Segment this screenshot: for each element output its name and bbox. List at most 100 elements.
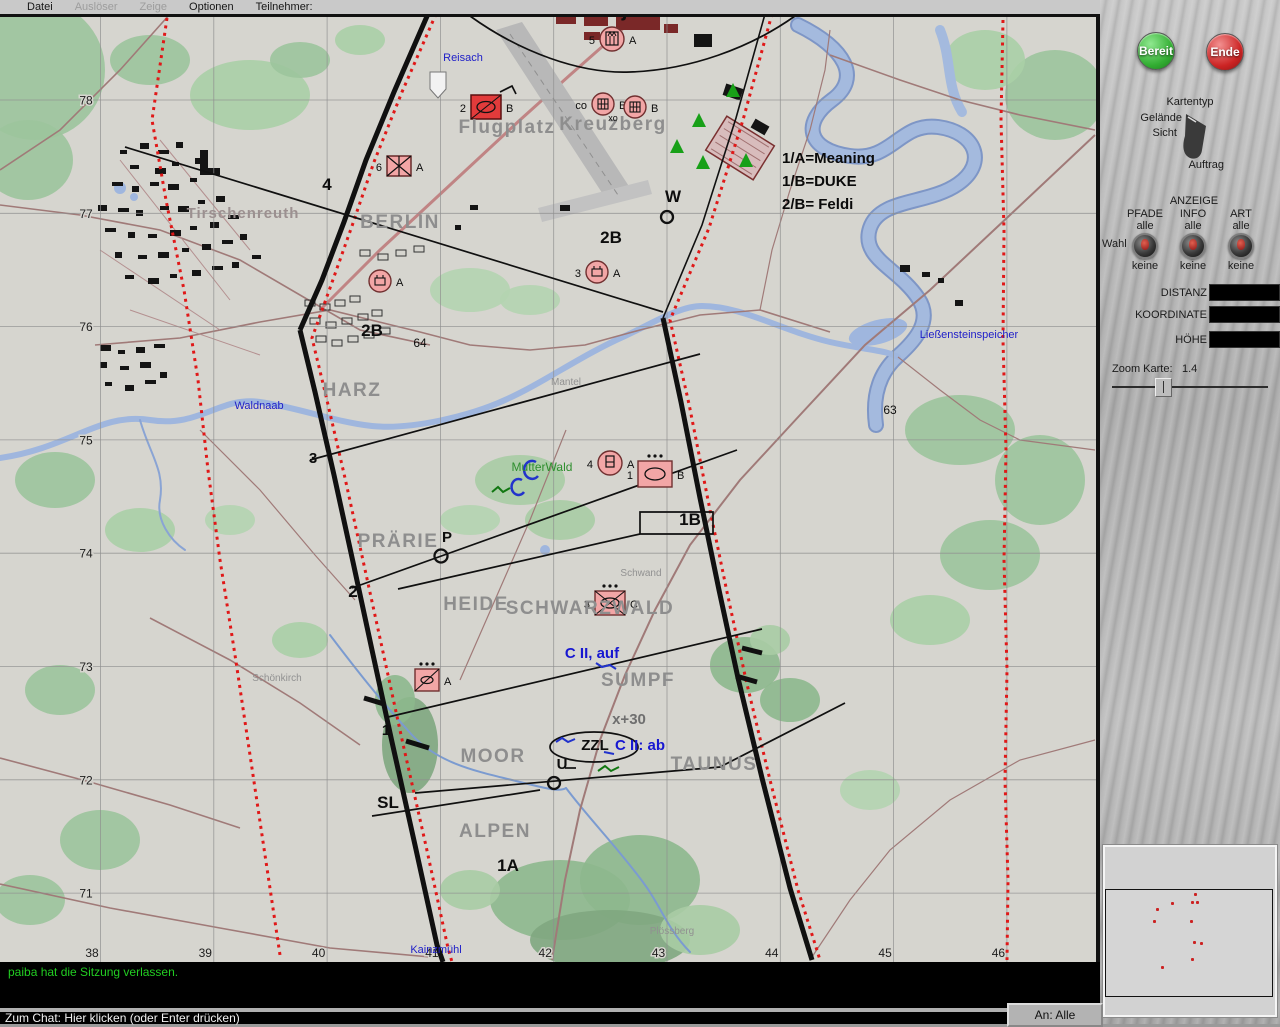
map-label: P <box>442 529 452 546</box>
minimap-unit-dot <box>1191 901 1194 904</box>
assignment-note: 1/A=Meaning <box>782 150 875 167</box>
map-label: 4 <box>322 175 332 194</box>
map-label: BERLIN <box>360 212 440 233</box>
map-label: x+30 <box>612 711 646 728</box>
minimap-unit-dot <box>1193 941 1196 944</box>
anzeige-knob-pfade[interactable] <box>1132 233 1158 259</box>
map-label: TAUNUS <box>671 754 758 775</box>
svg-text:1: 1 <box>627 470 633 482</box>
minimap-unit-dot <box>1161 966 1164 969</box>
distanz-label: DISTANZ <box>1160 287 1207 299</box>
menu-item-0[interactable]: Datei <box>0 1 64 13</box>
map-label: 2B <box>361 321 383 340</box>
bereit-button[interactable]: Bereit <box>1137 32 1175 70</box>
ende-button[interactable]: Ende <box>1206 33 1244 71</box>
zoom-karte-value: 1.4 <box>1182 363 1198 375</box>
map-label: ALPEN <box>459 821 531 842</box>
menu-item-4[interactable]: Teilnehmer: <box>245 1 324 13</box>
zoom-karte-label: Zoom Karte: <box>1112 363 1173 375</box>
svg-text:A: A <box>416 162 424 174</box>
minimap-unit-dot <box>1200 942 1203 945</box>
menubar: Datei Auslöser Zeige Optionen Teilnehmer: <box>0 0 1100 14</box>
chat-log: paiba hat die Sitzung verlassen. <box>0 962 1100 1008</box>
zoom-slider-track[interactable] <box>1112 386 1268 388</box>
sidebar: Bereit Ende Kartentyp Gelände Sicht Auft… <box>1100 0 1280 1024</box>
hoehe-label: HÖHE <box>1175 334 1207 346</box>
map-label: 2 <box>348 582 357 601</box>
chat-prompt-text: Zum Chat: Hier klicken (oder Enter drück… <box>5 1011 240 1025</box>
svg-text:43: 43 <box>652 946 666 960</box>
map-label: HEIDE <box>443 594 509 615</box>
svg-text:72: 72 <box>79 773 93 787</box>
map-label: Waldnaab <box>234 400 283 412</box>
svg-text:B: B <box>506 103 513 115</box>
minimap <box>1103 845 1277 1017</box>
map-label: U <box>557 756 568 773</box>
map-label: PRÄRIE <box>358 531 439 552</box>
assignment-note: 2/B= Feldi <box>782 196 853 213</box>
map-label: HARZ <box>323 380 382 401</box>
chat-prompt-bar[interactable]: Zum Chat: Hier klicken (oder Enter drück… <box>0 1011 1100 1025</box>
map-label: xo <box>608 113 618 123</box>
anzeige-alle-label[interactable]: alle <box>1211 220 1271 232</box>
zoom-slider-handle[interactable] <box>1155 378 1172 397</box>
map-label: 3 <box>309 450 317 467</box>
minimap-unit-dot <box>1194 893 1197 896</box>
menu-item-3[interactable]: Optionen <box>178 1 245 13</box>
svg-text:3: 3 <box>575 268 581 280</box>
koordinate-label: KOORDINATE <box>1135 309 1207 321</box>
chat-message: paiba hat die Sitzung verlassen. <box>8 965 179 979</box>
svg-text:A: A <box>444 676 452 688</box>
kartentyp-option-sicht[interactable]: Sicht <box>1120 127 1177 139</box>
map-label: Kainzmühl <box>410 944 461 956</box>
svg-text:A: A <box>629 35 637 47</box>
svg-text:76: 76 <box>79 320 93 334</box>
svg-text:B: B <box>677 470 684 482</box>
svg-text:2: 2 <box>460 103 466 115</box>
svg-text:71: 71 <box>79 887 93 901</box>
map-label: 63 <box>883 403 897 417</box>
map-label: Plössberg <box>650 926 694 937</box>
svg-text:44: 44 <box>765 946 779 960</box>
hoehe-field <box>1209 331 1280 348</box>
map-viewport[interactable]: 38 39 40 41 42 43 44 45 46 78 77 76 75 74 73 72 71 <box>0 0 1105 970</box>
menu-item-2: Zeige <box>139 1 168 13</box>
anzeige-knob-info[interactable] <box>1180 233 1206 259</box>
map-label: Reisach <box>443 52 483 64</box>
map-label: 1 <box>382 722 390 739</box>
assignment-note: 1/B=DUKE <box>782 173 857 190</box>
map-label: SUMPF <box>601 670 675 691</box>
map-label: 1A <box>497 856 519 875</box>
map-label: ZZL <box>581 737 609 754</box>
svg-text:45: 45 <box>878 946 892 960</box>
map-svg[interactable]: 38 39 40 41 42 43 44 45 467877767574737271 <box>0 0 1105 970</box>
map-label: Schwand <box>620 568 661 579</box>
svg-text:4: 4 <box>587 459 593 471</box>
map-label: C II, auf <box>565 645 620 662</box>
svg-text:A: A <box>613 268 621 280</box>
map-label: Flugplatz <box>459 117 556 138</box>
minimap-unit-dot <box>1156 908 1159 911</box>
svg-text:77: 77 <box>79 207 93 221</box>
svg-text:5: 5 <box>589 35 595 47</box>
svg-text:42: 42 <box>539 946 553 960</box>
anzeige-column-art: ART alle keine <box>1211 208 1271 272</box>
kartentyp-pointer-icon[interactable] <box>1180 110 1226 162</box>
svg-text:39: 39 <box>199 946 213 960</box>
anzeige-keine-label[interactable]: keine <box>1211 260 1271 272</box>
kartentyp-option-gelaende[interactable]: Gelände <box>1120 112 1182 124</box>
map-label: MutterWald <box>512 460 573 474</box>
anzeige-knob-art[interactable] <box>1228 233 1254 259</box>
svg-text:73: 73 <box>79 660 93 674</box>
svg-text:38: 38 <box>85 946 99 960</box>
menu-item-1: Auslöser <box>74 1 118 13</box>
minimap-unit-dot <box>1191 958 1194 961</box>
map-label: W <box>665 187 682 206</box>
auftrag-label[interactable]: Auftrag <box>1100 159 1224 171</box>
anzeige-col-name: ART <box>1230 208 1252 220</box>
svg-text:74: 74 <box>79 547 93 561</box>
chat-recipient-button[interactable]: An: Alle <box>1007 1003 1103 1027</box>
svg-text:40: 40 <box>312 946 326 960</box>
minimap-frame <box>1105 889 1273 997</box>
anzeige-title: ANZEIGE <box>1169 195 1219 207</box>
